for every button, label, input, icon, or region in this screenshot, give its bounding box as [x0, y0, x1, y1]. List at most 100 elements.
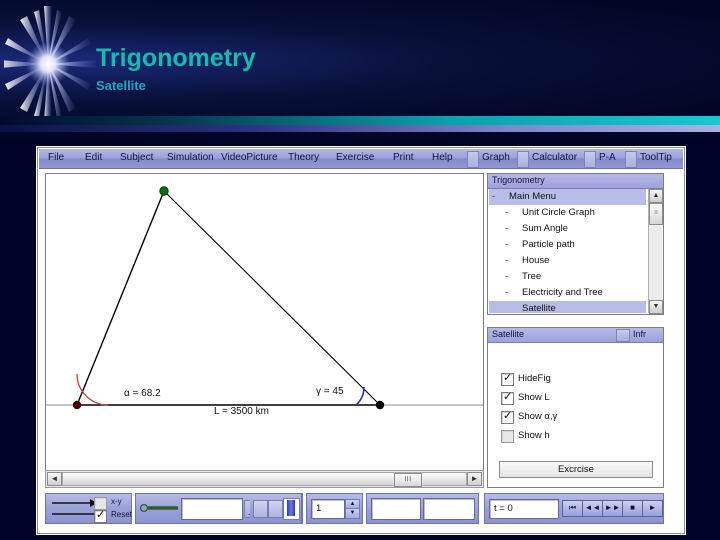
arrow-tool-icons[interactable]: [50, 495, 98, 521]
tree-scroll-up-arrow-icon[interactable]: ▲: [649, 189, 663, 203]
menu-item-file[interactable]: File: [48, 152, 64, 163]
checkbox-box[interactable]: ✓: [501, 372, 514, 386]
color-swatch: [287, 500, 295, 516]
graph-button-icon[interactable]: [467, 151, 479, 168]
tree-scroll-thumb[interactable]: ≡: [649, 203, 663, 225]
tooltip-button-icon[interactable]: [625, 151, 637, 168]
checkbox-box[interactable]: [501, 430, 514, 443]
tree-item-electricity-and-tree[interactable]: - Electricity and Tree: [489, 285, 646, 301]
tree-item-tree[interactable]: - Tree: [489, 269, 646, 285]
tree-item-unit-circle-graph[interactable]: - Unit Circle Graph: [489, 205, 646, 221]
color-button-2[interactable]: [268, 500, 283, 518]
check-mark-icon: ✓: [503, 410, 513, 422]
tree-item-label: Electricity and Tree: [522, 287, 603, 298]
tree-panel: Trigonometry - Main Menu - Unit Circle G…: [487, 173, 664, 315]
options-panel-titlebar: Satellite Infr: [488, 328, 663, 343]
checkbox-box[interactable]: ✓: [94, 509, 107, 523]
menu-bar: File Edit Subject Simulation VideoPictur…: [39, 149, 683, 169]
spinner-value: 1: [316, 503, 322, 514]
tree-item-main-menu[interactable]: - Main Menu: [489, 189, 646, 205]
menu-item-subject[interactable]: Subject: [120, 152, 153, 163]
play-forward-icon[interactable]: ►►: [602, 500, 623, 517]
menu-item-help[interactable]: Help: [432, 152, 453, 163]
menu-item-print[interactable]: Print: [393, 152, 414, 163]
title-banner: Trigonometry Satellite: [0, 0, 720, 128]
checkbox-label: Show L: [518, 392, 550, 403]
tree-item-label: Unit Circle Graph: [522, 207, 595, 218]
info-button-label[interactable]: Infr: [633, 329, 646, 339]
left-station-point[interactable]: [72, 400, 82, 410]
tree-bullet-icon: -: [505, 287, 509, 298]
tree-item-label: House: [522, 255, 550, 266]
check-mark-icon: ✓: [503, 391, 513, 403]
info-button-icon[interactable]: [616, 329, 630, 342]
alpha-angle-arc: [76, 373, 109, 406]
color-button-3[interactable]: [283, 498, 300, 520]
readout-fields-group: [366, 493, 479, 524]
calculator-button-label[interactable]: Calculator: [532, 152, 577, 163]
rewind-to-start-icon[interactable]: ⏮: [562, 500, 583, 517]
tree-item-house[interactable]: - House: [489, 253, 646, 269]
checkbox-label: Show h: [518, 430, 550, 441]
tree-bullet-icon: -: [505, 255, 509, 266]
teal-divider-bar: [0, 116, 720, 125]
checkbox-box[interactable]: ✓: [501, 391, 514, 405]
title-block: Trigonometry Satellite: [96, 44, 256, 95]
play-icon[interactable]: ►: [642, 500, 663, 517]
tree-expander-icon[interactable]: -: [492, 191, 495, 202]
stop-icon[interactable]: ■: [622, 500, 643, 517]
tooltip-button-label[interactable]: ToolTip: [640, 152, 672, 163]
tree-list[interactable]: - Main Menu - Unit Circle Graph - Sum An…: [489, 189, 648, 313]
menu-item-theory[interactable]: Theory: [288, 152, 319, 163]
scroll-thumb[interactable]: III: [394, 473, 422, 487]
gamma-label: γ = 45: [316, 386, 344, 397]
tree-vertical-scrollbar[interactable]: ▲ ≡ ▼: [648, 189, 663, 314]
slide-root: Trigonometry Satellite File Edit Subject…: [0, 0, 720, 540]
scroll-right-arrow-icon[interactable]: ►: [467, 472, 482, 486]
tree-bullet-icon: -: [505, 223, 509, 234]
calculator-button-icon[interactable]: [517, 151, 529, 168]
menu-item-exercise[interactable]: Exercise: [336, 152, 374, 163]
readout-field-a[interactable]: [371, 498, 421, 520]
step-back-icon[interactable]: ◄◄: [582, 500, 603, 517]
color-tool-group: [250, 493, 302, 524]
tree-item-label: Main Menu: [509, 191, 556, 202]
menu-item-simulation[interactable]: Simulation: [167, 152, 214, 163]
pa-button-label[interactable]: P-A: [599, 152, 616, 163]
spinner-down-arrow-icon[interactable]: ▼: [345, 508, 360, 519]
satellite-apex-point[interactable]: [159, 186, 169, 196]
checkbox-box[interactable]: ✓: [501, 410, 514, 424]
exercise-button[interactable]: Excrcise: [499, 461, 653, 478]
tree-scroll-down-arrow-icon[interactable]: ▼: [649, 300, 663, 314]
scroll-track[interactable]: III: [62, 472, 467, 487]
checkbox-label: Show α,γ: [518, 411, 558, 422]
triangle-left-side: [76, 190, 165, 406]
line-width-slider[interactable]: [140, 499, 180, 517]
graph-canvas[interactable]: α = 68.2 γ = 45 L = 3500 km: [45, 173, 484, 471]
tree-bullet-icon: -: [505, 239, 509, 250]
canvas-horizontal-scrollbar[interactable]: ◄ ► III: [45, 470, 484, 488]
tree-bullet-icon: -: [505, 271, 509, 282]
menu-item-edit[interactable]: Edit: [85, 152, 102, 163]
graph-button-label[interactable]: Graph: [482, 152, 510, 163]
right-station-point[interactable]: [375, 400, 385, 410]
menu-item-videopicture[interactable]: VideoPicture: [221, 152, 278, 163]
tree-panel-titlebar: Trigonometry: [488, 174, 663, 189]
scroll-left-arrow-icon[interactable]: ◄: [47, 472, 62, 486]
tree-item-sum-angle[interactable]: - Sum Angle: [489, 221, 646, 237]
tree-bullet-icon: -: [505, 207, 509, 218]
time-value: t = 0: [494, 503, 513, 514]
line-width-field[interactable]: [181, 498, 243, 520]
pa-button-icon[interactable]: [584, 151, 596, 168]
tree-item-particle-path[interactable]: - Particle path: [489, 237, 646, 253]
slide-subtitle: Satellite: [96, 78, 146, 93]
playback-tool-group: t = 0 ⏮ ◄◄ ►► ■ ►: [484, 493, 664, 524]
spinner-tool-group: 1 ▲ ▼: [306, 493, 363, 524]
options-panel: Satellite Infr ✓ HideFig ✓ Show L ✓ Show…: [487, 327, 664, 488]
application-window: File Edit Subject Simulation VideoPictur…: [37, 147, 685, 534]
color-button-1[interactable]: [253, 500, 268, 518]
readout-field-b[interactable]: [423, 498, 475, 520]
checkbox-label: HideFig: [518, 373, 551, 384]
spinner-input[interactable]: 1: [311, 499, 345, 519]
tree-item-satellite[interactable]: Satellite: [489, 301, 646, 313]
